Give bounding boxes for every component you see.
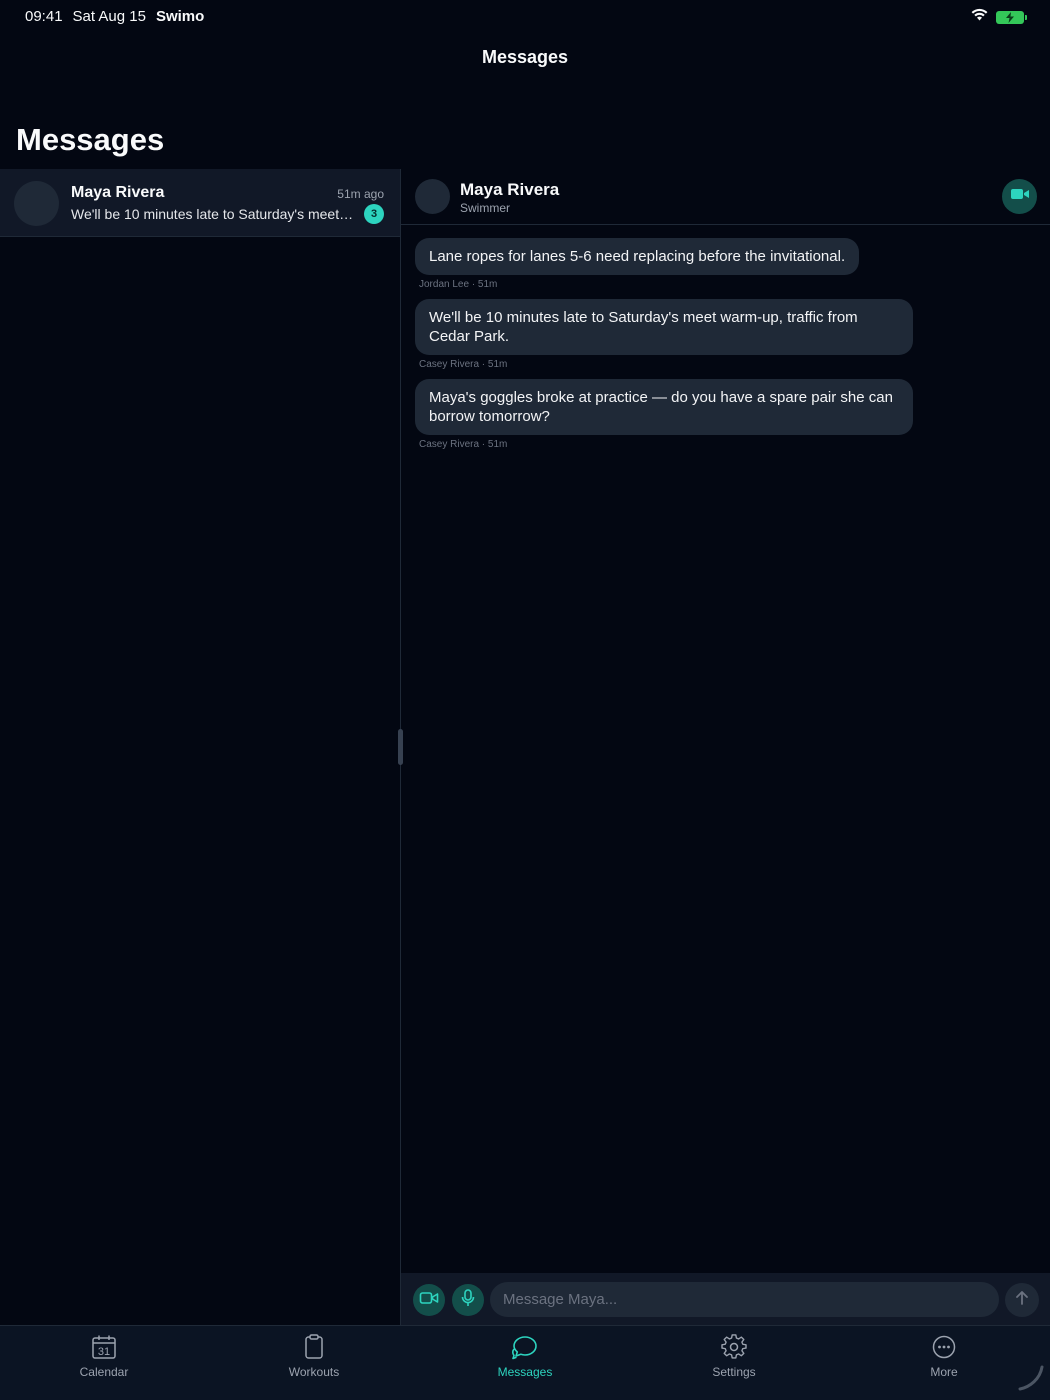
tab-calendar[interactable]: 31 Calendar [44,1334,164,1379]
message: Maya's goggles broke at practice — do yo… [415,379,913,450]
tab-label: Messages [497,1365,553,1379]
clipboard-icon [254,1334,374,1360]
chat-contact-role: Swimmer [460,201,510,215]
conversation-preview: We'll be 10 minutes late to Saturday's m… [71,206,356,222]
tab-more[interactable]: More [884,1334,1004,1379]
message-meta: Casey Rivera · 51m [419,439,508,450]
page-title: Messages [16,122,165,157]
voice-message-button[interactable] [452,1284,484,1316]
more-dots-icon [884,1334,1004,1360]
unread-badge: 3 [364,204,384,224]
message-bubble: We'll be 10 minutes late to Saturday's m… [415,299,913,355]
avatar [415,179,450,214]
message-meta: Jordan Lee · 51m [419,279,498,290]
message: We'll be 10 minutes late to Saturday's m… [415,299,913,370]
tab-bar: 31 Calendar Workouts Messages Settings M… [0,1325,1050,1400]
avatar [14,181,59,226]
arrow-up-icon [1015,1290,1029,1311]
corner-resize-indicator [1018,1365,1044,1396]
calendar-icon: 31 [44,1334,164,1360]
video-message-button[interactable] [413,1284,445,1316]
chat-header: Maya Rivera Swimmer [401,169,1050,225]
battery-icon [996,10,1027,24]
tab-messages[interactable]: Messages [465,1334,585,1379]
conversation-item[interactable]: Maya Rivera 51m ago We'll be 10 minutes … [0,169,400,237]
message-bubble: Maya's goggles broke at practice — do yo… [415,379,913,435]
wifi-icon [971,8,988,26]
conversation-time: 51m ago [337,187,384,201]
status-bar: 09:41 Sat Aug 15 Swimo [0,0,1050,34]
conversation-list: Maya Rivera 51m ago We'll be 10 minutes … [0,169,400,1325]
message-bubble: Lane ropes for lanes 5-6 need replacing … [415,238,860,275]
tab-label: Workouts [288,1365,340,1379]
message: Lane ropes for lanes 5-6 need replacing … [415,238,860,290]
nav-title: Messages [481,47,569,67]
tab-settings[interactable]: Settings [674,1334,794,1379]
chat-pane: Maya Rivera Swimmer Lane ropes for lanes… [401,169,1050,1325]
gear-icon [674,1334,794,1360]
chat-bubbles-icon [465,1334,585,1360]
video-camera-icon [419,1291,439,1310]
calendar-day: 31 [98,1346,110,1358]
conversation-name: Maya Rivera [71,184,165,201]
chat-contact-name: Maya Rivera [460,180,560,199]
status-app-name: Swimo [155,8,205,25]
message-meta: Casey Rivera · 51m [419,359,508,370]
message-input[interactable] [490,1282,999,1317]
tab-label: Calendar [79,1365,129,1379]
message-composer [401,1273,1050,1325]
send-button[interactable] [1005,1283,1039,1317]
tab-label: More [930,1365,958,1379]
tab-workouts[interactable]: Workouts [254,1334,374,1379]
status-left: 09:41 Sat Aug 15 Swimo [25,8,204,25]
tab-label: Settings [712,1365,756,1379]
video-call-button[interactable] [1002,179,1037,214]
video-camera-icon [1010,187,1030,206]
status-right [971,8,1027,26]
status-time: 09:41 [25,8,63,25]
status-date: Sat Aug 15 [72,8,146,25]
microphone-icon [461,1288,475,1312]
